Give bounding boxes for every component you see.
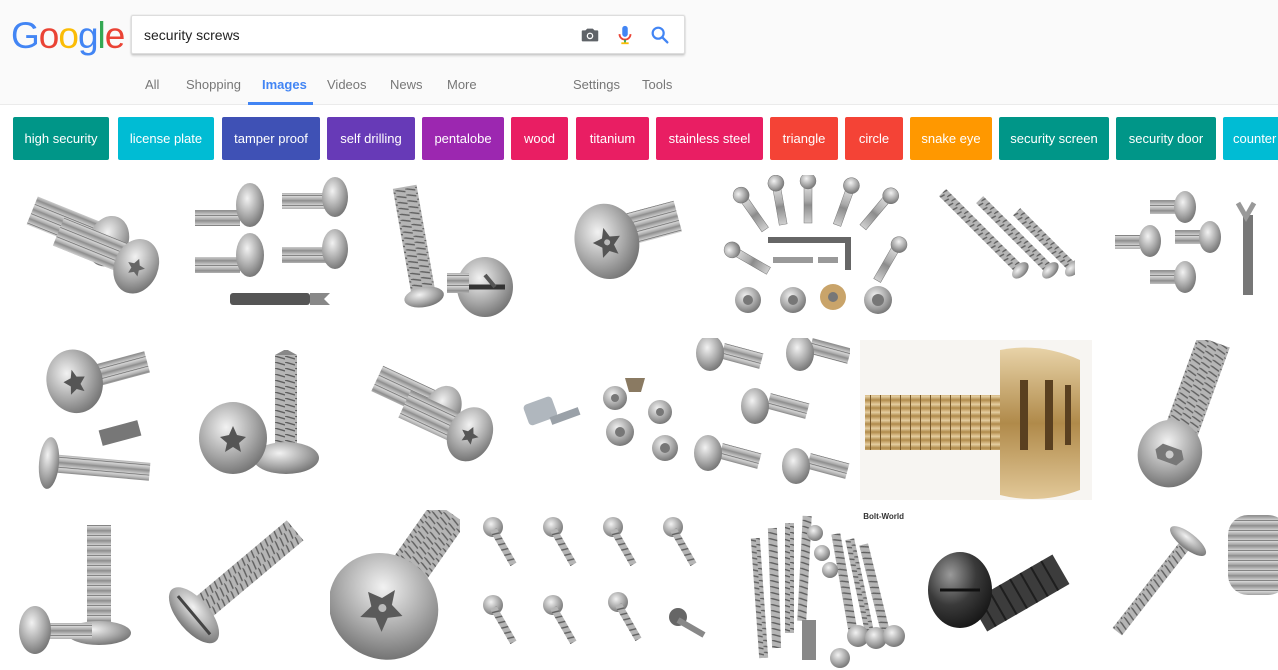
chip-self-drilling[interactable]: self drilling (327, 117, 415, 160)
logo-letter: o (38, 15, 60, 56)
chip-counter[interactable]: counter (1223, 117, 1278, 160)
image-result-countersunk-screws-three[interactable] (925, 175, 1075, 295)
image-result-brass-tamper-bolt[interactable] (860, 340, 1092, 500)
image-result-pin-hex-countersunk[interactable] (1120, 340, 1240, 495)
chip-security-screen[interactable]: security screen (999, 117, 1109, 160)
image-result-one-way-machine-screws[interactable] (15, 515, 140, 665)
image-result-security-nuts-with-key[interactable] (520, 370, 680, 470)
image-result-button-head-pin-torx-pair[interactable] (13, 175, 165, 327)
image-result-one-way-slotted-screws[interactable] (385, 175, 530, 327)
tab-all[interactable]: All (145, 77, 159, 92)
tab-more[interactable]: More (447, 77, 477, 92)
camera-icon[interactable] (579, 24, 601, 46)
image-result-oval-head-slotted-tapping[interactable] (155, 510, 305, 660)
tab-videos[interactable]: Videos (327, 77, 367, 92)
chip-stainless-steel[interactable]: stainless steel (656, 117, 763, 160)
chip-pentalobe[interactable]: pentalobe (422, 117, 504, 160)
chip-high-security[interactable]: high security (13, 117, 109, 160)
related-search-chips: high security license plate tamper proof… (13, 117, 1278, 160)
image-result-partial-screw[interactable] (1228, 510, 1278, 620)
logo-letter: o (58, 15, 79, 56)
chip-wood[interactable]: wood (511, 117, 568, 160)
chip-tamper-proof[interactable]: tamper proof (222, 117, 320, 160)
image-result-button-head-pin-torx-large[interactable] (330, 510, 460, 665)
image-results-grid: Bolt-World (0, 170, 1278, 670)
image-result-button-head-pin-torx[interactable] (565, 175, 688, 327)
chip-snake-eye[interactable]: snake eye (910, 117, 992, 160)
tab-news[interactable]: News (390, 77, 423, 92)
chip-security-door[interactable]: security door (1116, 117, 1216, 160)
tab-images[interactable]: Images (262, 77, 307, 92)
image-result-self-drilling-pin-torx[interactable] (195, 350, 335, 480)
chip-titanium[interactable]: titanium (576, 117, 649, 160)
image-result-bolt-world-assortment[interactable]: Bolt-World (740, 508, 908, 668)
image-result-pan-head-tapping-set[interactable] (478, 515, 718, 655)
logo-letter: l (97, 15, 106, 56)
search-box (131, 15, 685, 54)
tools-link[interactable]: Tools (642, 77, 672, 92)
logo-letter: e (104, 15, 126, 56)
mic-icon[interactable] (614, 24, 636, 46)
image-result-countersunk-tapping-screw[interactable] (1100, 515, 1210, 655)
chip-triangle[interactable]: triangle (770, 117, 838, 160)
header: Google All Shopping Images Videos News M… (0, 0, 1278, 105)
image-result-pin-torx-tapping-screws-with-bit[interactable] (35, 340, 175, 498)
logo-letter: G (11, 15, 40, 56)
watermark-text: Bolt-World (863, 512, 904, 521)
image-result-pin-torx-tapping-screws-set[interactable] (690, 338, 850, 498)
search-nav: All Shopping Images Videos News More Set… (0, 68, 1278, 105)
logo-letter: g (77, 15, 99, 56)
image-result-button-head-pin-torx-pair-2[interactable] (360, 345, 510, 490)
settings-link[interactable]: Settings (573, 77, 620, 92)
image-result-pin-head-screws-set[interactable] (190, 175, 352, 320)
image-result-black-button-head-bolt[interactable] (920, 535, 1070, 660)
image-result-pin-head-screws-with-bit[interactable] (1105, 175, 1278, 305)
chip-license-plate[interactable]: license plate (118, 117, 214, 160)
search-icon[interactable] (649, 24, 671, 46)
tab-shopping[interactable]: Shopping (186, 77, 241, 92)
chip-circle[interactable]: circle (845, 117, 903, 160)
image-result-security-kit-with-tools[interactable] (718, 175, 913, 325)
search-input[interactable] (144, 16, 564, 53)
google-logo[interactable]: Google (11, 14, 126, 58)
active-tab-indicator (248, 102, 313, 105)
